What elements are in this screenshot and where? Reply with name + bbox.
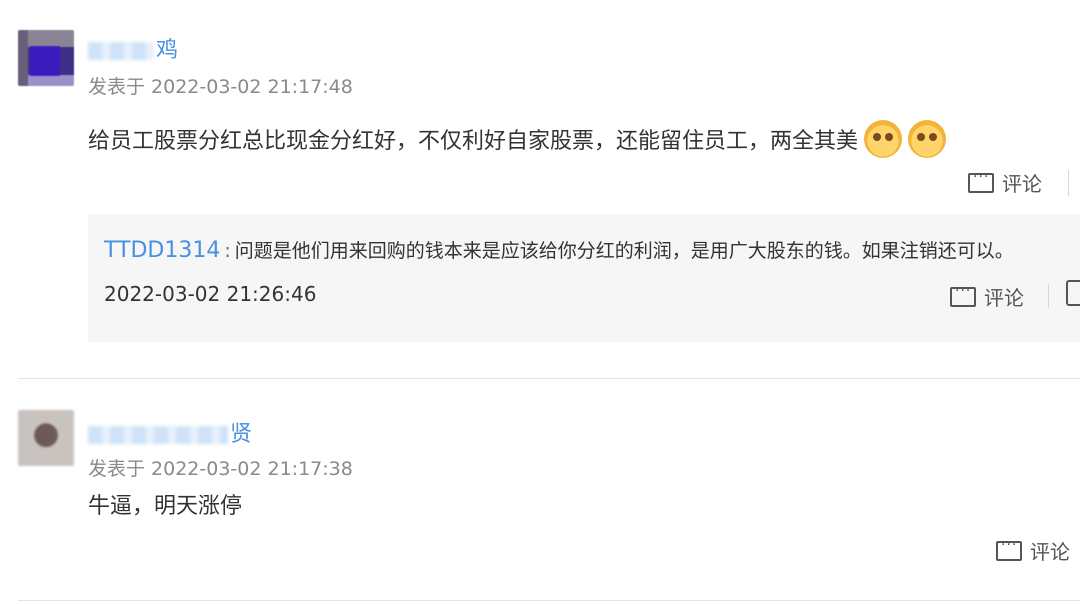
comment-divider: [18, 378, 1080, 379]
doge-emoji-icon: [908, 120, 947, 158]
comment-text: 给员工股票分红总比现金分红好，不仅利好自家股票，还能留住员工，两全其美: [88, 120, 947, 158]
post-timestamp: 发表于 2022-03-02 21:17:48: [88, 76, 353, 98]
comment-item: 贤 发表于 2022-03-02 21:17:38 牛逼，明天涨停 评论: [0, 380, 1080, 600]
username-redaction: [88, 42, 154, 60]
username-redaction: [88, 426, 228, 444]
avatar[interactable]: [18, 410, 74, 466]
reply-comment-label: 评论: [984, 286, 1024, 310]
comment-button-label: 评论: [1030, 540, 1070, 564]
reply-username-link[interactable]: TTDD1314: [104, 238, 220, 263]
comment-button-label: 评论: [1002, 172, 1042, 196]
avatar[interactable]: [18, 30, 74, 86]
thumbs-up-icon[interactable]: [1066, 280, 1080, 306]
comment-icon: [950, 283, 976, 307]
divider: [1068, 170, 1069, 196]
comment-divider: [18, 600, 1080, 601]
comment-icon: [968, 169, 994, 193]
reply-timestamp: 2022-03-02 21:26:46: [104, 282, 317, 306]
username-link[interactable]: 贤: [88, 416, 253, 448]
comment-feed: 鸡 发表于 2022-03-02 21:17:48 给员工股票分红总比现金分红好…: [0, 0, 1080, 604]
reply-panel: TTDD1314: 问题是他们用来回购的钱本来是应该给你分红的利润，是用广大股东的…: [88, 214, 1080, 342]
username-link[interactable]: 鸡: [88, 32, 179, 64]
comment-button[interactable]: 评论: [996, 536, 1070, 565]
reply-comment-button[interactable]: 评论: [950, 282, 1024, 311]
doge-emoji-icon: [864, 120, 903, 158]
comment-button[interactable]: 评论: [968, 168, 1042, 197]
comment-icon: [996, 537, 1022, 561]
comment-item: 鸡 发表于 2022-03-02 21:17:48 给员工股票分红总比现金分红好…: [0, 0, 1080, 378]
reply-line: TTDD1314: 问题是他们用来回购的钱本来是应该给你分红的利润，是用广大股东的…: [104, 236, 1014, 263]
post-timestamp: 发表于 2022-03-02 21:17:38: [88, 458, 353, 480]
reply-text: 问题是他们用来回购的钱本来是应该给你分红的利润，是用广大股东的钱。如果注销还可以…: [234, 240, 1014, 262]
comment-text: 牛逼，明天涨停: [88, 494, 243, 519]
reply-separator: :: [224, 240, 231, 262]
divider: [1048, 284, 1049, 308]
